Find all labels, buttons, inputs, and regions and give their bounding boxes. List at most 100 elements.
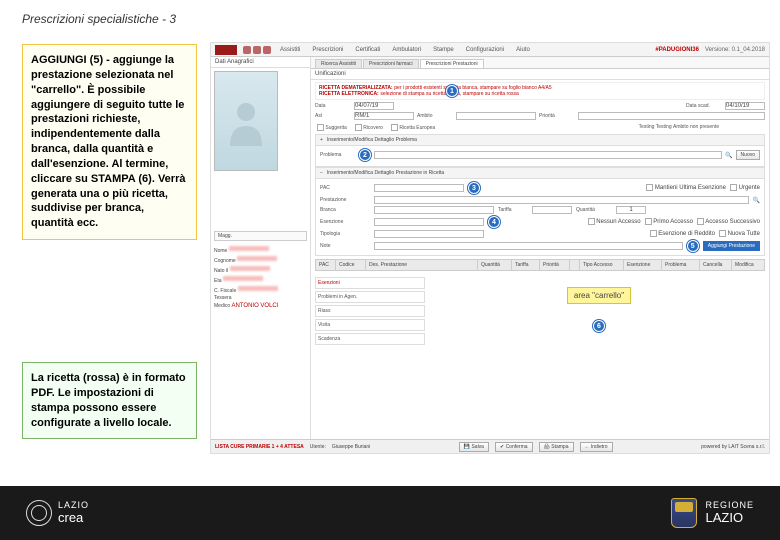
blurred-text xyxy=(238,286,278,291)
stampa-button[interactable]: 🖨 Stampa xyxy=(539,442,574,452)
app-logo xyxy=(215,45,237,55)
left-side-panel: Visita xyxy=(315,319,425,331)
label-branca: Branca xyxy=(320,207,370,213)
checkbox-primo-accesso[interactable] xyxy=(645,218,652,225)
patient-label: Nome xyxy=(214,248,227,254)
conferma-button[interactable]: ✔ Conferma xyxy=(495,442,533,452)
menu-item[interactable]: Stampe xyxy=(430,47,457,53)
blurred-text xyxy=(223,276,263,281)
label-ambito: Ambito xyxy=(417,113,453,119)
label-esenzione: Esenzione xyxy=(320,219,370,225)
status-left: LISTA CURE PRIMARIE 1 + 4 ATTESA xyxy=(215,444,304,450)
checkbox-mantieni[interactable] xyxy=(646,184,653,191)
env-badge: #PADUGIONI36 xyxy=(655,47,699,53)
checkbox-ricovero[interactable] xyxy=(355,124,362,131)
blurred-text xyxy=(237,256,277,261)
aggiungi-button[interactable]: Aggiungi Prestazione xyxy=(703,241,760,251)
label-prestazione: Prestazione xyxy=(320,197,370,203)
input-ambito[interactable] xyxy=(456,112,536,120)
checkbox-accesso-succ[interactable] xyxy=(697,218,704,225)
callout-green: La ricetta (rossa) è in formato PDF. Le … xyxy=(22,362,197,439)
panel-prestazione-label: Inserimento/Modifica Dettaglio Prestazio… xyxy=(327,170,444,176)
version-label: Versione: 0.1_04.2018 xyxy=(705,47,765,53)
checkbox-esenzione-reddito[interactable] xyxy=(650,230,657,237)
tab[interactable]: Prescrizioni farmaci xyxy=(363,59,419,68)
label-nuova-tutte: Nuova Tutte xyxy=(728,232,760,238)
patient-label: Eta xyxy=(214,278,222,284)
menu-item[interactable]: Assistiti xyxy=(277,47,303,53)
back-icon: ← xyxy=(585,444,590,450)
shield-icons xyxy=(243,46,271,54)
nuovo-button[interactable]: Nuovo xyxy=(736,150,760,160)
input-quantita[interactable]: 1 xyxy=(616,206,646,214)
tab[interactable]: Ricerca Assistiti xyxy=(315,59,362,68)
input-data-scad[interactable]: 04/10/19 xyxy=(725,102,765,110)
label-quantita: Quantità xyxy=(576,207,612,213)
input-testing[interactable]: Ambito non presente xyxy=(673,124,763,132)
input-problema[interactable] xyxy=(374,151,722,159)
input-asl[interactable]: RM/1 xyxy=(354,112,414,120)
left-side-panel: Scadenza xyxy=(315,333,425,345)
label-esenzione-reddito: Esenzione di Reddito xyxy=(658,232,715,238)
powered-by: powered by LAIT Scena s.r.l. xyxy=(701,444,765,450)
ring-icon xyxy=(26,500,52,526)
salva-button[interactable]: 💾 Salva xyxy=(459,442,489,452)
label-mantieni: Mantieni Ultima Esenzione xyxy=(655,186,726,192)
callout-yellow-text: AGGIUNGI (5) - aggiunge la prestazione s… xyxy=(31,54,185,229)
label-tariffa: Tariffa xyxy=(498,207,528,213)
label-primo-accesso: Primo Accesso xyxy=(653,220,693,226)
input-tariffa[interactable] xyxy=(532,206,572,214)
left-side-panel: Problemi in Agen. xyxy=(315,291,425,303)
input-branca[interactable] xyxy=(374,206,494,214)
red-banner: 1 RICETTA DEMATERIALIZZATA: per i prodot… xyxy=(315,82,765,100)
menu-item[interactable]: Aiuto xyxy=(513,47,533,53)
input-tipologia[interactable] xyxy=(374,230,484,238)
logo-regione-lazio: REGIONELAZIO xyxy=(671,498,754,528)
red-title-2: RICETTA ELETTRONICA: xyxy=(319,91,379,97)
slide-title: Prescrizioni specialistiche - 3 xyxy=(22,12,176,26)
input-prestazione[interactable] xyxy=(374,196,749,204)
label-problema: Problema xyxy=(320,152,356,158)
input-note[interactable] xyxy=(374,242,683,250)
floppy-icon: 💾 xyxy=(464,444,470,450)
input-priorita[interactable] xyxy=(578,112,765,120)
checkbox-nuova-tutte[interactable] xyxy=(719,230,726,237)
status-user-value: Giuseppe Buriani xyxy=(332,444,370,450)
input-esenzione[interactable] xyxy=(374,218,484,226)
panel-prestazione-title[interactable]: −Inserimento/Modifica Dettaglio Prestazi… xyxy=(315,167,765,179)
label-data: Data xyxy=(315,103,351,109)
menu-item[interactable]: Configurazioni xyxy=(463,47,507,53)
marker-4: 4 xyxy=(488,216,500,228)
marker-2: 2 xyxy=(359,149,371,161)
menu-item[interactable]: Ambulatori xyxy=(389,47,424,53)
left-side-panel: Riass xyxy=(315,305,425,317)
search-icon[interactable]: 🔍 xyxy=(753,197,760,204)
callout-green-text: La ricetta (rossa) è in formato PDF. Le … xyxy=(31,372,186,429)
input-data[interactable]: 04/07/19 xyxy=(354,102,394,110)
checkbox-suggerita[interactable] xyxy=(317,124,324,131)
checkbox-ricetta-eu[interactable] xyxy=(391,124,398,131)
marker-6: 6 xyxy=(593,320,605,332)
blurred-text xyxy=(230,266,270,271)
indietro-button[interactable]: ← Indietro xyxy=(580,442,613,452)
checkbox-urgente[interactable] xyxy=(730,184,737,191)
label-urgente: Urgente xyxy=(739,186,760,192)
panel-problema-title[interactable]: +Inserimento/Modifica Dettaglio Problema xyxy=(315,134,765,146)
menu-item[interactable]: Certificati xyxy=(352,47,383,53)
input-pac[interactable] xyxy=(374,184,464,192)
status-user-label: Utente: xyxy=(310,444,326,450)
label-ricovero: Ricovero xyxy=(363,125,383,131)
left-side-panel: Esenzioni xyxy=(315,277,425,289)
label-note: Note xyxy=(320,243,370,249)
label-accesso-succ: Accesso Successivo xyxy=(705,220,760,226)
label-nessun-accesso: Nessun Accesso xyxy=(596,220,640,226)
menu-item[interactable]: Prescrizioni xyxy=(309,47,346,53)
panel-problema-label: Inserimento/Modifica Dettaglio Problema xyxy=(327,137,417,143)
carrello-table-header: PAC Codice Des. Prestazione Quantità Tar… xyxy=(315,259,765,271)
avatar-placeholder xyxy=(214,71,278,171)
menubar: Assistiti Prescrizioni Certificati Ambul… xyxy=(211,43,769,57)
label-tipologia: Tipologia xyxy=(320,231,370,237)
tab[interactable]: Prescrizioni Prestazioni xyxy=(420,59,484,68)
checkbox-nessun-accesso[interactable] xyxy=(588,218,595,225)
search-icon[interactable]: 🔍 xyxy=(725,152,732,159)
